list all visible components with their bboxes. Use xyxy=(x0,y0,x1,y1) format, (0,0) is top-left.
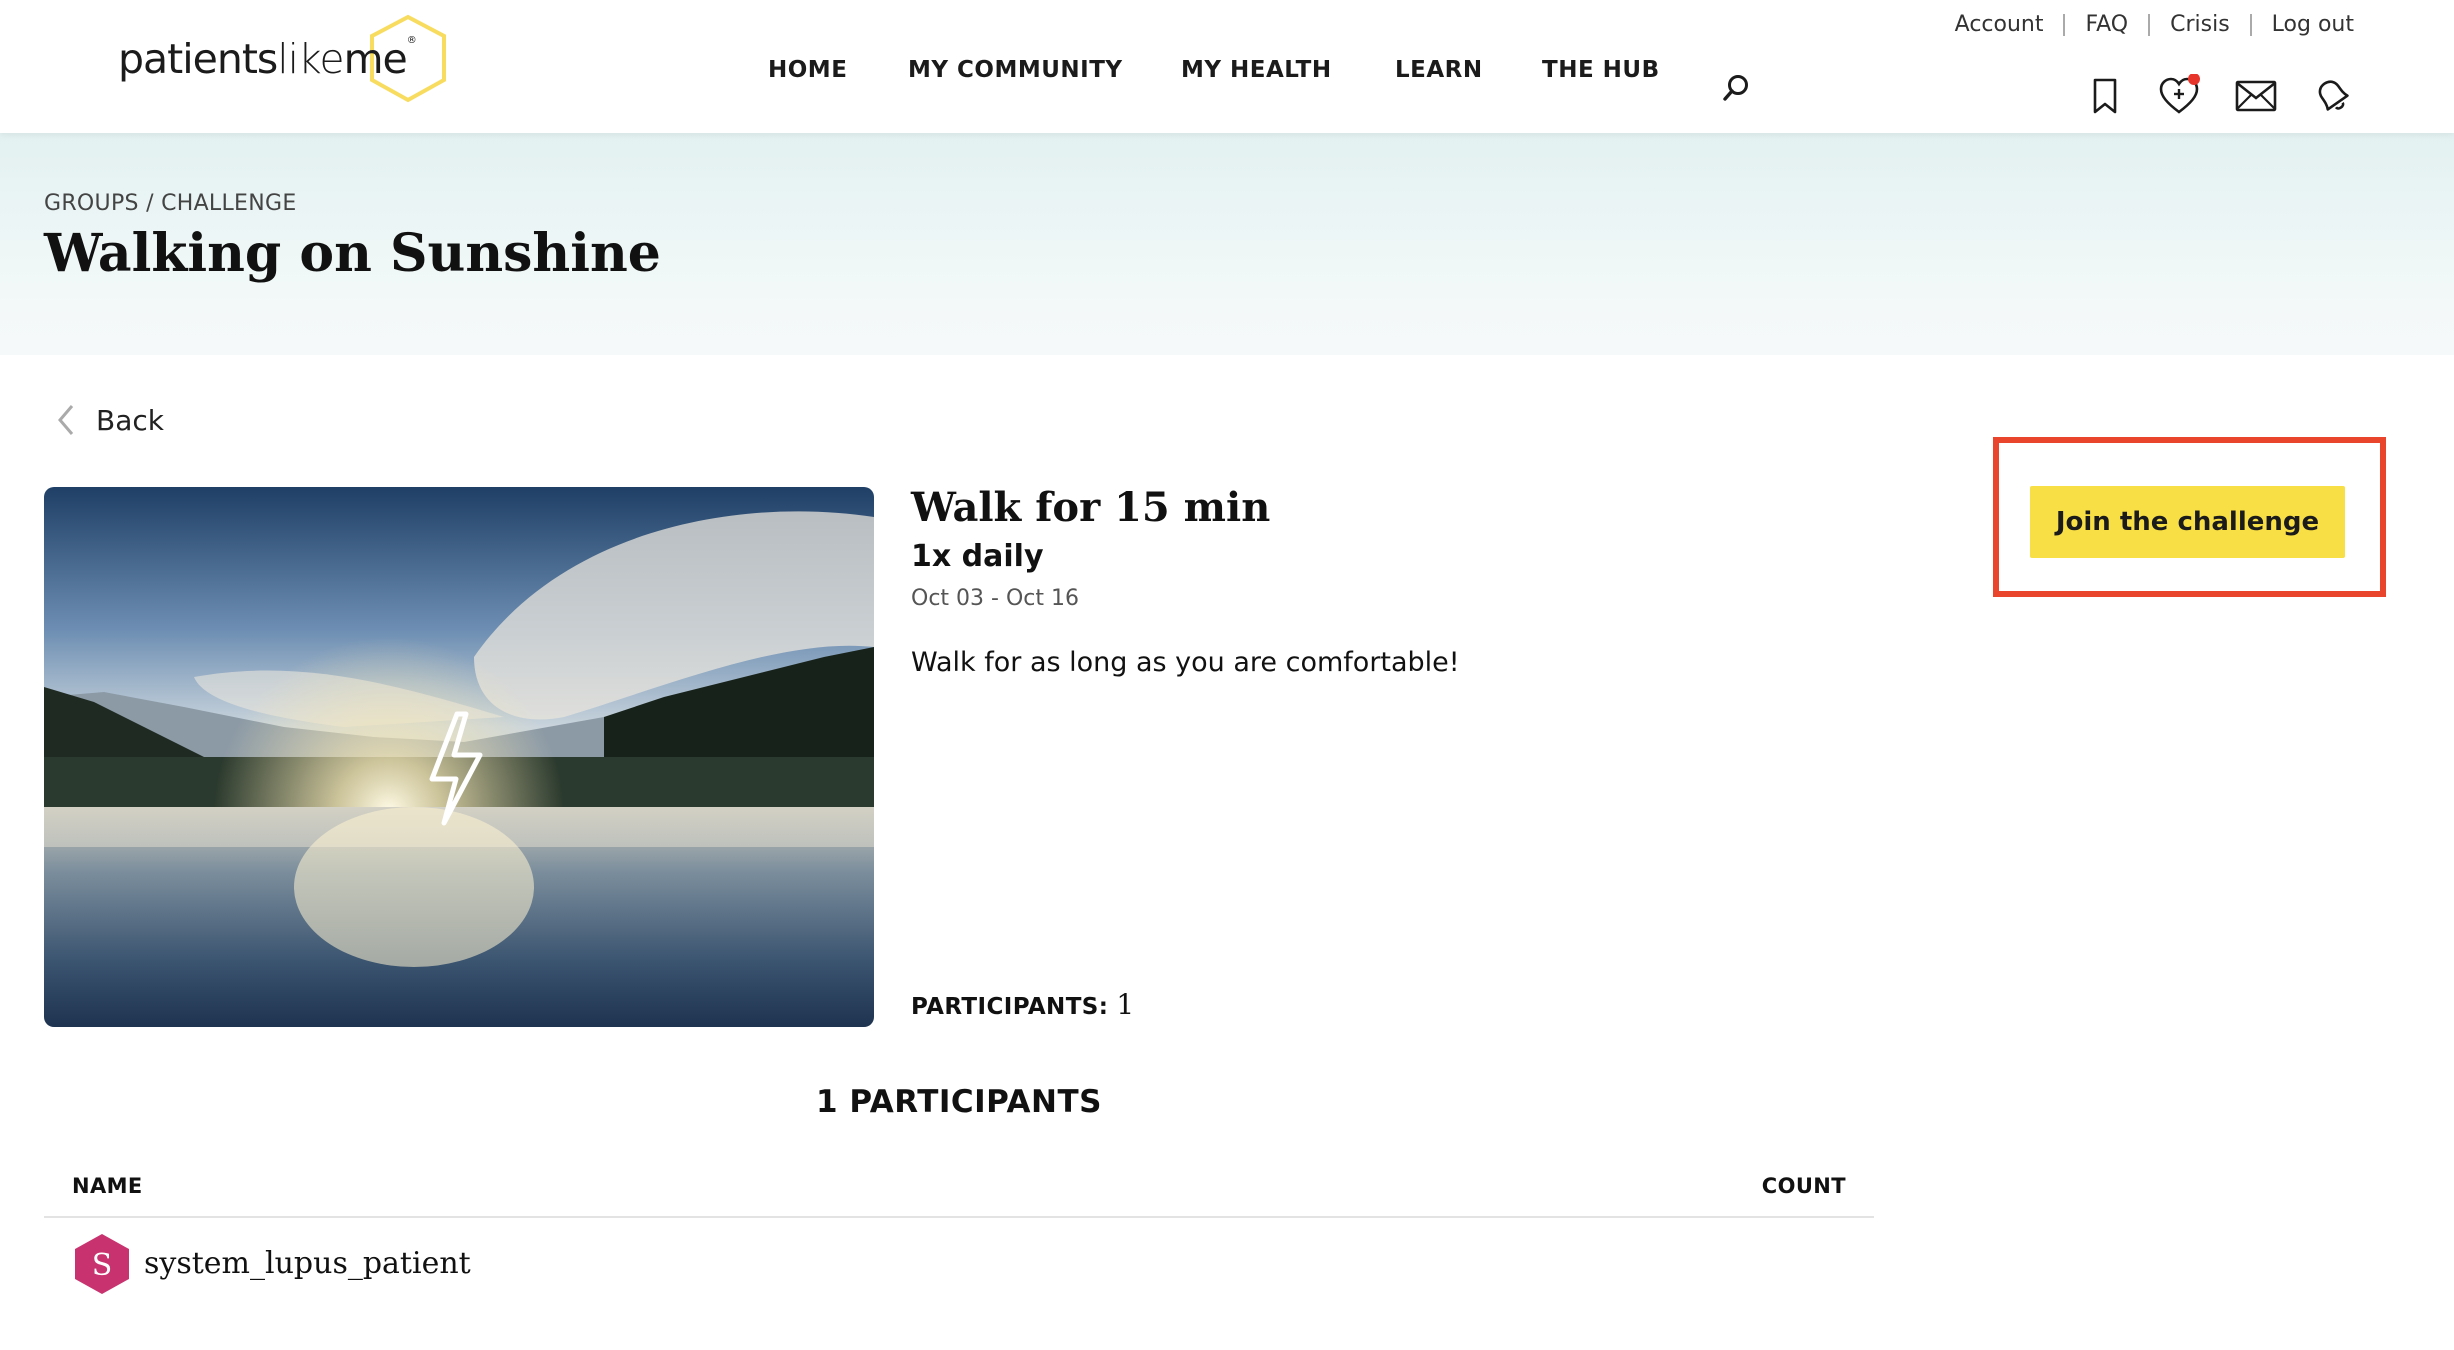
back-label: Back xyxy=(96,403,164,437)
challenge-title: Walk for 15 min xyxy=(911,484,1271,531)
challenge-dates: Oct 03 - Oct 16 xyxy=(911,586,1079,611)
column-count: COUNT xyxy=(1761,1174,1846,1198)
participant-username[interactable]: system_lupus_patient xyxy=(144,1246,471,1281)
notification-dot xyxy=(2188,74,2200,85)
account-link[interactable]: Account xyxy=(1955,12,2044,37)
avatar: S xyxy=(75,1234,129,1294)
join-challenge-button[interactable]: Join the challenge xyxy=(2030,486,2345,558)
back-link[interactable]: Back xyxy=(52,400,164,440)
faq-link[interactable]: FAQ xyxy=(2085,12,2128,37)
participants-heading: 1 PARTICIPANTS xyxy=(816,1084,1102,1120)
page-banner: GROUPS / CHALLENGE Walking on Sunshine xyxy=(0,133,2454,355)
logo-text: patientslikeme® xyxy=(118,35,417,83)
site-header: patientslikeme® Account FAQ Crisis Log o… xyxy=(0,0,2454,133)
logout-link[interactable]: Log out xyxy=(2272,12,2354,37)
participants-table-header: NAME COUNT xyxy=(44,1168,1874,1218)
challenge-frequency: 1x daily xyxy=(911,539,1044,574)
table-row[interactable]: S system_lupus_patient xyxy=(44,1232,1874,1302)
participants-count: 1 xyxy=(1116,988,1135,1021)
mail-icon[interactable] xyxy=(2234,74,2278,118)
nav-learn[interactable]: LEARN xyxy=(1395,57,1483,83)
site-logo[interactable]: patientslikeme® xyxy=(118,14,446,104)
nav-the-hub[interactable]: THE HUB xyxy=(1542,57,1660,83)
participants-summary: PARTICIPANTS: 1 xyxy=(911,988,1134,1021)
challenge-info: Walk for 15 min 1x daily Oct 03 - Oct 16… xyxy=(911,484,1811,678)
challenge-description: Walk for as long as you are comfortable! xyxy=(911,647,1460,678)
bookmark-icon[interactable] xyxy=(2083,74,2127,118)
bell-icon[interactable] xyxy=(2311,74,2355,118)
nav-my-health[interactable]: MY HEALTH xyxy=(1181,57,1332,83)
nav-divider xyxy=(2148,13,2151,36)
nav-divider xyxy=(2063,13,2066,36)
crisis-link[interactable]: Crisis xyxy=(2170,12,2230,37)
page-title: Walking on Sunshine xyxy=(44,223,661,284)
avatar-letter: S xyxy=(92,1248,113,1283)
breadcrumb[interactable]: GROUPS / CHALLENGE xyxy=(44,191,297,216)
participants-label: PARTICIPANTS: xyxy=(911,994,1109,1020)
nav-my-community[interactable]: MY COMMUNITY xyxy=(908,57,1123,83)
utility-nav: Account FAQ Crisis Log out xyxy=(1955,12,2354,37)
search-icon[interactable] xyxy=(1720,72,1752,104)
nav-divider xyxy=(2249,13,2252,36)
heart-plus-icon[interactable] xyxy=(2157,74,2201,118)
nav-home[interactable]: HOME xyxy=(768,57,847,83)
chevron-left-icon xyxy=(58,405,74,435)
column-name: NAME xyxy=(72,1174,143,1198)
challenge-image xyxy=(44,487,874,1027)
